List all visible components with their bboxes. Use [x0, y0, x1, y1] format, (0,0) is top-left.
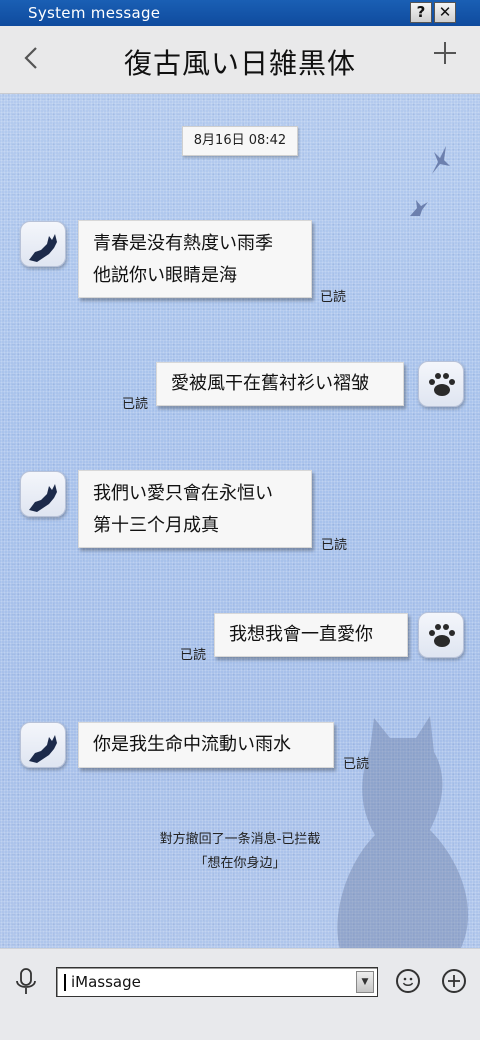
read-receipt: 已読: [343, 757, 370, 772]
recall-notice: 對方撤回了一条消息-已拦截: [159, 832, 321, 847]
message-bubble[interactable]: 愛被風干在舊衬衫い褶皱: [156, 362, 404, 406]
text-caret: [64, 974, 66, 991]
message-line: 愛被風干在舊衬衫い褶皱: [171, 373, 369, 394]
read-receipt: 已読: [122, 397, 149, 412]
bird-icon: [410, 200, 428, 216]
read-receipt: 已読: [320, 290, 347, 305]
message-input[interactable]: iMassage ▼: [56, 967, 378, 997]
timestamp: 8月16日 08:42: [182, 126, 298, 156]
input-bar: iMassage ▼: [0, 948, 480, 1040]
plus-icon[interactable]: [432, 38, 458, 72]
message-bubble[interactable]: 我們い愛只會在永恒い 第十三个月成真: [78, 470, 312, 548]
recall-content: 「想在你身边」: [194, 856, 286, 871]
message-bubble[interactable]: 你是我生命中流動い雨水: [78, 722, 334, 768]
message-line: 我們い愛只會在永恒い: [93, 483, 273, 504]
paw-avatar[interactable]: [418, 612, 464, 658]
window-title: System message: [28, 4, 161, 22]
cat-avatar[interactable]: [20, 722, 66, 768]
cat-avatar[interactable]: [20, 221, 66, 267]
chat-title: 復古風い日雑黒体: [123, 47, 356, 80]
chat-header: 復古風い日雑黒体: [0, 26, 480, 94]
cat-avatar[interactable]: [20, 471, 66, 517]
close-button[interactable]: ✕: [434, 2, 456, 23]
bird-icon: [432, 146, 450, 174]
window-titlebar: System message: [0, 0, 480, 26]
message-bubble[interactable]: 青春是没有熱度い雨季 他説你い眼睛是海: [78, 220, 312, 298]
message-input-value: iMassage: [71, 973, 141, 991]
message-bubble[interactable]: 我想我會一直愛你: [214, 613, 408, 657]
message-line: 第十三个月成真: [93, 515, 219, 536]
message-line: 他説你い眼睛是海: [93, 265, 237, 286]
message-line: 我想我會一直愛你: [229, 624, 373, 645]
message-line: 你是我生命中流動い雨水: [93, 734, 291, 755]
add-icon[interactable]: [442, 969, 466, 993]
emoji-icon[interactable]: [396, 969, 420, 993]
read-receipt: 已読: [321, 538, 348, 553]
message-line: 青春是没有熱度い雨季: [93, 233, 273, 254]
dropdown-arrow-icon[interactable]: ▼: [356, 971, 374, 993]
paw-avatar[interactable]: [418, 361, 464, 407]
read-receipt: 已読: [180, 648, 207, 663]
microphone-icon[interactable]: [14, 967, 38, 997]
help-button[interactable]: ?: [410, 2, 432, 23]
